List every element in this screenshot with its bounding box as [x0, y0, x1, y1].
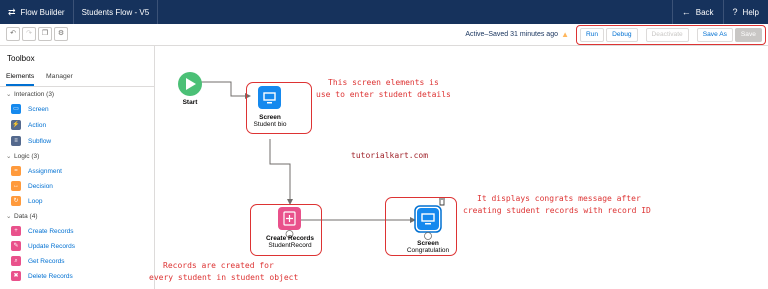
undo-icon[interactable]: ↶ — [6, 27, 20, 41]
screen-icon: ▭ — [11, 104, 21, 114]
flow-name: Students Flow - V5 — [81, 7, 150, 17]
flow-canvas[interactable]: Start Screen Student bio Create Records St… — [149, 46, 768, 289]
toolbox-tabs: Elements Manager — [0, 71, 155, 87]
debug-button[interactable]: Debug — [606, 28, 638, 42]
toolbox-item-action[interactable]: ⚡ Action — [11, 120, 46, 130]
watermark-site: tutorialkart.com — [351, 151, 429, 160]
annotation-congrats-line2: creating student records with record ID — [463, 206, 651, 215]
annotation-screen-line2: use to enter student details — [316, 90, 451, 99]
toolbox-item-subflow[interactable]: ≡ Subflow — [11, 136, 51, 146]
deactivate-button[interactable]: Deactivate — [645, 28, 689, 42]
builder-toolbar: ↶ ↷ ❐ ⚙ Active–Saved 31 minutes ago ▲ Ru… — [0, 24, 768, 46]
back-button[interactable]: ← Back — [671, 0, 723, 24]
create-records-icon: + — [11, 226, 21, 236]
toolbox-item-create-records[interactable]: + Create Records — [11, 226, 74, 236]
toolbox-panel: Toolbox Elements Manager ⌄ Interaction (3… — [0, 46, 155, 289]
action-icon: ⚡ — [11, 120, 21, 130]
update-records-icon: ✎ — [11, 241, 21, 251]
help-button[interactable]: ? Help — [722, 0, 768, 24]
toolbox-item-get-records[interactable]: ⌕ Get Records — [11, 256, 65, 266]
section-logic[interactable]: ⌄ Logic (3) — [6, 152, 39, 160]
section-data[interactable]: ⌄ Data (4) — [6, 212, 37, 220]
get-records-icon: ⌕ — [11, 256, 21, 266]
decision-icon: ↔ — [11, 181, 21, 191]
annotation-congrats-line1: It displays congrats message after — [477, 194, 641, 203]
toolbox-title: Toolbox — [7, 54, 35, 63]
back-arrow-icon: ← — [681, 7, 691, 17]
annotation-records-line1: Records are created for — [163, 261, 274, 270]
connector-screen-to-create — [269, 139, 293, 205]
global-header: ⇄ Flow Builder Students Flow - V5 ← Back… — [0, 0, 768, 24]
chevron-down-icon: ⌄ — [6, 91, 12, 98]
canvas-tools: ↶ ↷ ❐ ⚙ — [6, 27, 70, 41]
tab-manager[interactable]: Manager — [46, 73, 73, 80]
action-buttons-group: Run Debug Deactivate Save As Save — [576, 25, 766, 45]
toolbox-item-assignment[interactable]: = Assignment — [11, 166, 62, 176]
toolbox-item-screen[interactable]: ▭ Screen — [11, 104, 49, 114]
chevron-down-icon: ⌄ — [6, 153, 12, 160]
flow-title: Students Flow - V5 — [74, 0, 159, 24]
annotation-screen-line1: This screen elements is — [328, 78, 439, 87]
save-button[interactable]: Save — [734, 28, 762, 42]
help-icon: ? — [732, 7, 738, 17]
connector-start-to-screen — [200, 81, 251, 99]
loop-icon: ↻ — [11, 196, 21, 206]
redo-icon[interactable]: ↷ — [22, 27, 36, 41]
start-node-label[interactable]: Start — [145, 99, 235, 106]
copy-icon[interactable]: ❐ — [38, 27, 52, 41]
section-interaction[interactable]: ⌄ Interaction (3) — [6, 90, 54, 98]
toolbox-item-decision[interactable]: ↔ Decision — [11, 181, 53, 191]
back-label: Back — [695, 7, 714, 17]
settings-icon[interactable]: ⚙ — [54, 27, 68, 41]
toolbox-item-loop[interactable]: ↻ Loop — [11, 196, 42, 206]
annotation-records-line2: every student in student object — [149, 273, 299, 282]
tab-elements[interactable]: Elements — [6, 73, 35, 86]
annotation-box-congrats — [385, 197, 457, 256]
flow-builder-app: ⇄ Flow Builder Students Flow - V5 ← Back… — [0, 0, 768, 289]
delete-records-icon: ✖ — [11, 271, 21, 281]
save-status: Active–Saved 31 minutes ago — [465, 31, 558, 38]
chevron-down-icon: ⌄ — [6, 213, 12, 220]
run-button[interactable]: Run — [580, 28, 605, 42]
annotation-box-create-records — [250, 204, 322, 256]
app-title[interactable]: ⇄ Flow Builder — [0, 0, 74, 24]
toolbox-item-delete-records[interactable]: ✖ Delete Records — [11, 271, 73, 281]
app-name: Flow Builder — [20, 7, 65, 17]
warning-icon[interactable]: ▲ — [561, 30, 569, 39]
save-as-button[interactable]: Save As — [696, 28, 733, 42]
subflow-icon: ≡ — [11, 136, 21, 146]
toolbox-item-update-records[interactable]: ✎ Update Records — [11, 241, 75, 251]
annotation-box-screen — [246, 82, 312, 134]
assignment-icon: = — [11, 166, 21, 176]
help-label: Help — [742, 7, 759, 17]
flow-builder-icon: ⇄ — [8, 6, 16, 17]
